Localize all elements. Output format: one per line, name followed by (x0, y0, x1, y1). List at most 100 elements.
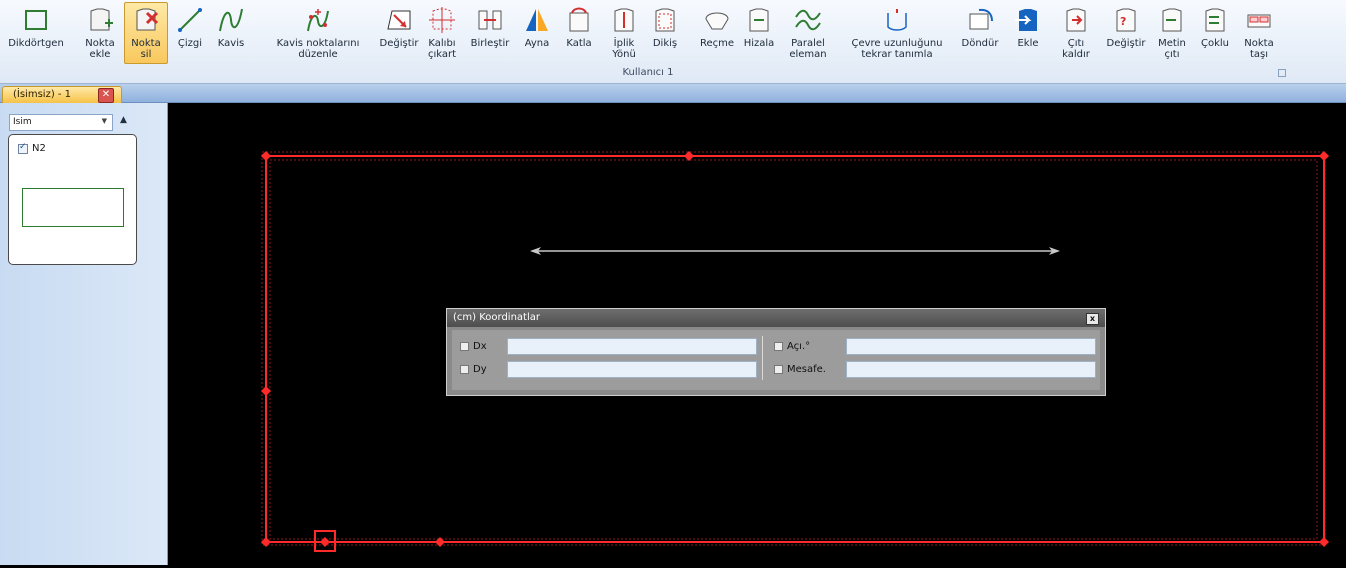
ribbon-button-iplik-yonu[interactable]: İplik Yönü (604, 2, 644, 64)
ribbon-button-label: Değiştir (379, 38, 419, 49)
ribbon-button-label: Nokta ekle (85, 38, 115, 60)
piece-list: N2 (8, 134, 137, 265)
piece-name: N2 (32, 143, 46, 154)
merge-icon (478, 10, 502, 30)
ribbon-button-cit-kaldir[interactable]: Çıtı kaldır (1052, 2, 1100, 64)
parallel-icon (795, 9, 821, 31)
delete-point-icon (136, 8, 159, 31)
ribbon-button-degistir[interactable]: Değiştir (376, 2, 422, 64)
ribbon-button-kalibi-cikart[interactable]: Kalıbı çıkart (422, 2, 462, 64)
move-point-icon (1247, 14, 1271, 28)
text-notch-icon (1162, 8, 1182, 32)
sort-select-value: Isim (13, 117, 32, 127)
document-tab[interactable]: (İsimsiz) - 1 ✕ (2, 86, 122, 103)
ribbon-button-label: Çıtı kaldır (1062, 38, 1090, 60)
ribbon-button-label: Kavis (217, 38, 245, 49)
distance-label: Mesafe. (787, 364, 826, 375)
ribbon-button-nokta-tasi[interactable]: Nokta taşı (1238, 2, 1280, 64)
ribbon-button-dikis[interactable]: Dikiş (648, 2, 682, 64)
ribbon-button-label: Katla (566, 38, 592, 49)
ribbon-button-label: Ayna (524, 38, 550, 49)
close-tab-icon[interactable]: ✕ (98, 88, 114, 103)
ribbon-button-ayna[interactable]: Ayna (520, 2, 554, 64)
dy-label: Dy (473, 364, 487, 375)
ribbon-button-hizala[interactable]: Hizala (738, 2, 780, 64)
seam-icon (655, 8, 675, 32)
add-point-icon (90, 8, 113, 31)
ribbon-button-degistir2[interactable]: ? Değiştir (1098, 2, 1154, 64)
ribbon-button-label: Dikdörtgen (8, 38, 64, 49)
piece-visible-checkbox[interactable] (18, 142, 28, 154)
ribbon-button-label: Çizgi (177, 38, 203, 49)
remove-notch-icon (1066, 8, 1086, 32)
dialog-separator (762, 336, 763, 380)
ribbon-button-label: Çoklu (1200, 38, 1229, 49)
grainline-arrow[interactable] (530, 247, 1060, 255)
ribbon-button-nokta-sil[interactable]: Nokta sil (124, 2, 168, 64)
angle-checkbox[interactable] (774, 342, 783, 351)
angle-input[interactable] (846, 338, 1096, 355)
ribbon-button-dikdortgen[interactable]: Dikdörtgen (4, 2, 68, 64)
piece-list-item[interactable]: N2 (18, 142, 46, 154)
svg-text:?: ? (1120, 15, 1126, 28)
ribbon-button-label: Döndür (961, 38, 999, 49)
multi-notch-icon (1205, 8, 1225, 32)
ribbon-button-recme[interactable]: Reçme (694, 2, 740, 64)
ribbon-button-birlestir[interactable]: Birleştir (462, 2, 518, 64)
ribbon-button-nokta-ekle[interactable]: Nokta ekle (80, 2, 120, 64)
fold-icon (569, 7, 589, 32)
line-icon (178, 8, 202, 32)
ribbon-button-label: Kalıbı çıkart (427, 38, 457, 60)
curve-icon (219, 8, 243, 32)
dialog-body: Dx Dy Açı.° Mesafe. (452, 330, 1100, 390)
ribbon-toolbar: Dikdörtgen Nokta ekle Nokta sil Çizgi Kavis K… (0, 0, 1346, 84)
ribbon-button-label: Kavis noktalarını düzenle (276, 38, 360, 60)
chevron-down-icon: ▼ (101, 117, 107, 125)
edge-point[interactable] (684, 151, 694, 161)
modify-icon (387, 10, 411, 30)
dy-checkbox[interactable] (460, 365, 469, 374)
dy-row: Dy (460, 364, 487, 375)
piece-thumbnail[interactable] (22, 188, 124, 227)
change-notch-icon: ? (1116, 8, 1136, 32)
document-tab-strip: (İsimsiz) - 1 ✕ (0, 84, 1346, 103)
group-launcher-icon[interactable] (1278, 69, 1286, 77)
ribbon-button-metin-citi[interactable]: Metin çıtı (1154, 2, 1190, 64)
dx-input[interactable] (507, 338, 757, 355)
ribbon-button-coklu[interactable]: Çoklu (1194, 2, 1236, 64)
ribbon-button-label: Paralel eleman (789, 38, 827, 60)
grain-line-icon (614, 8, 634, 32)
rotate-icon (969, 8, 993, 30)
ribbon-button-kavis[interactable]: Kavis (214, 2, 248, 64)
dy-input[interactable] (507, 361, 757, 378)
ribbon-button-label: Metin çıtı (1158, 38, 1186, 60)
ribbon-button-cevre-uzunlugu[interactable]: Çevre uzunluğunu tekrar tanımla (838, 2, 956, 64)
ribbon-button-paralel-eleman[interactable]: Paralel eleman (786, 2, 830, 64)
ribbon-button-label: Hizala (743, 38, 775, 49)
coordinates-dialog: (cm) Koordinatlar x Dx Dy Açı.° Mesafe. (446, 308, 1106, 396)
dx-checkbox[interactable] (460, 342, 469, 351)
dialog-titlebar[interactable]: (cm) Koordinatlar x (447, 309, 1105, 327)
ribbon-button-dondur[interactable]: Döndür (956, 2, 1004, 64)
dx-row: Dx (460, 341, 487, 352)
ribbon-button-label: Değiştir (1106, 38, 1146, 49)
perimeter-icon (887, 9, 907, 31)
rectangle-icon (25, 10, 47, 30)
pieces-sidebar: Isim ▼ ▲ N2 (0, 103, 168, 565)
ribbon-button-label: Ekle (1017, 38, 1039, 49)
ribbon-button-katla[interactable]: Katla (560, 2, 598, 64)
sort-direction-button[interactable]: ▲ (120, 115, 127, 125)
distance-input[interactable] (846, 361, 1096, 378)
ribbon-button-kavis-duzenle[interactable]: Kavis noktalarını düzenle (262, 2, 374, 64)
close-icon[interactable]: x (1086, 313, 1099, 325)
ribbon-button-ekle[interactable]: Ekle (1010, 2, 1046, 64)
corner-point[interactable] (1319, 151, 1329, 161)
sort-select[interactable]: Isim ▼ (9, 114, 113, 131)
ribbon-button-cizgi[interactable]: Çizgi (172, 2, 208, 64)
insert-icon (1015, 9, 1037, 31)
distance-checkbox[interactable] (774, 365, 783, 374)
dx-label: Dx (473, 341, 487, 352)
ribbon-button-label: Dikiş (652, 38, 678, 49)
ribbon-button-label: İplik Yönü (612, 38, 636, 60)
extract-pattern-icon (429, 7, 455, 33)
